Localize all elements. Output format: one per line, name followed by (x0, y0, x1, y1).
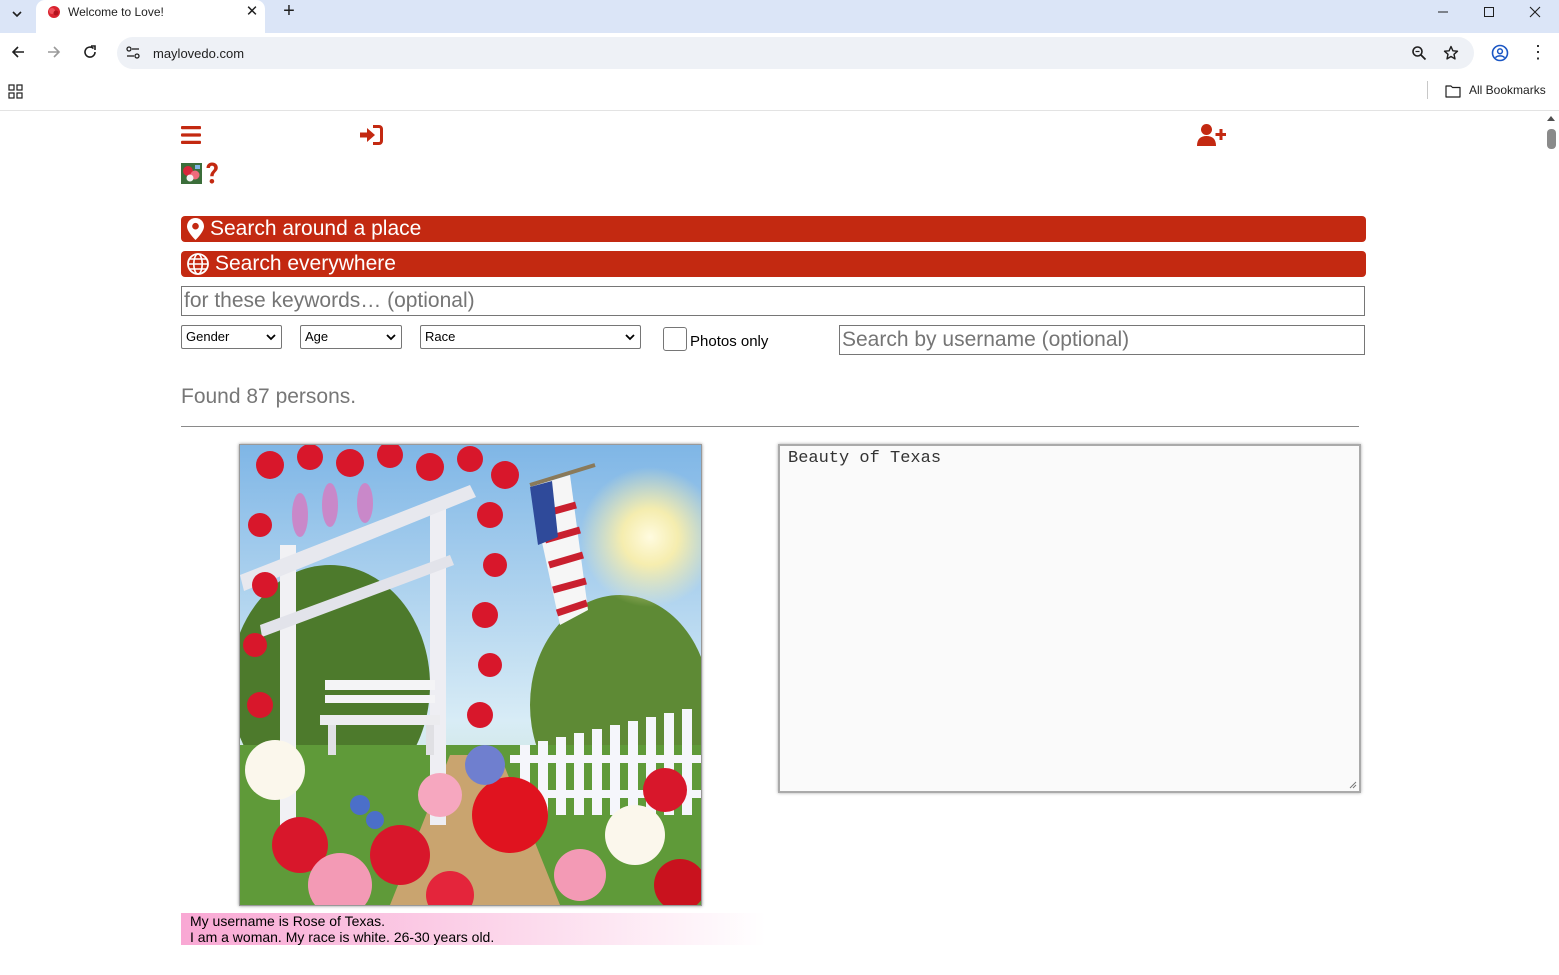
site-settings-icon[interactable] (125, 45, 141, 61)
race-select-value: Race (425, 329, 456, 344)
active-tab[interactable]: Welcome to Love! ✕ (36, 0, 265, 33)
profile-details-line: I am a woman. My race is white. 26-30 ye… (190, 929, 495, 945)
chevron-down-icon (386, 334, 396, 341)
chevron-down-icon (625, 334, 635, 341)
age-select-value: Age (305, 329, 329, 344)
all-bookmarks-label[interactable]: All Bookmarks (1469, 83, 1546, 98)
more-menu-icon[interactable]: ⋮ (1529, 43, 1547, 63)
rose-favicon-icon (48, 6, 60, 18)
apps-grid-icon[interactable] (8, 84, 23, 99)
chevron-down-icon (266, 334, 276, 341)
back-button[interactable] (8, 42, 28, 62)
search-everywhere-label: Search everywhere (215, 252, 396, 275)
resize-handle-icon[interactable] (1349, 781, 1357, 789)
scrollbar-thumb[interactable] (1547, 129, 1556, 149)
minimize-button[interactable] (1420, 0, 1466, 24)
profile-about-textarea[interactable]: Beauty of Texas (778, 444, 1361, 793)
close-window-button[interactable] (1512, 0, 1558, 24)
maximize-button[interactable] (1466, 0, 1512, 24)
bookmarks-bar: All Bookmarks (0, 73, 1559, 111)
maximize-icon (1484, 7, 1494, 17)
gender-select-value: Gender (186, 329, 230, 344)
minimize-icon (1438, 11, 1448, 13)
arrow-left-icon (11, 46, 24, 58)
tab-close-icon[interactable]: ✕ (243, 3, 261, 21)
username-search-input[interactable] (839, 325, 1365, 355)
user-avatar[interactable] (181, 163, 202, 184)
help-icon[interactable] (205, 162, 219, 185)
tab-title: Welcome to Love! (68, 5, 164, 19)
reload-button[interactable] (80, 42, 100, 62)
page-scrollbar[interactable] (1544, 112, 1559, 975)
menu-icon[interactable] (181, 126, 201, 144)
page-viewport: Search around a place Search everywhere … (0, 112, 1544, 975)
profile-photo[interactable] (239, 444, 702, 906)
folder-icon[interactable] (1445, 84, 1461, 98)
profile-icon[interactable] (1491, 44, 1509, 62)
gender-select[interactable]: Gender (181, 325, 282, 349)
rose-garden-image (240, 445, 701, 905)
search-everywhere-button[interactable]: Search everywhere (181, 251, 1366, 277)
tab-search-button[interactable] (6, 3, 28, 25)
map-marker-icon (187, 218, 204, 240)
photos-only-checkbox[interactable] (663, 327, 687, 351)
close-icon (1529, 6, 1541, 18)
zoom-icon[interactable] (1411, 45, 1427, 61)
star-icon[interactable] (1443, 45, 1459, 61)
results-divider (181, 426, 1359, 427)
chevron-down-icon (12, 11, 22, 18)
bookmarks-separator (1427, 81, 1428, 99)
reload-icon (84, 45, 96, 58)
results-count: Found 87 persons. (181, 385, 357, 408)
photos-only-label: Photos only (690, 333, 769, 350)
age-select[interactable]: Age (300, 325, 402, 349)
sign-in-icon[interactable] (360, 125, 383, 145)
arrow-right-icon (48, 46, 61, 58)
keywords-input[interactable] (181, 286, 1365, 316)
profile-description: My username is Rose of Texas. I am a wom… (181, 913, 766, 945)
race-select[interactable]: Race (420, 325, 641, 349)
forward-button[interactable] (44, 42, 64, 62)
search-around-place-button[interactable]: Search around a place (181, 216, 1366, 242)
search-around-place-label: Search around a place (210, 217, 422, 240)
profile-username-line: My username is Rose of Texas. (190, 913, 386, 929)
address-bar[interactable]: maylovedo.com (117, 37, 1474, 69)
add-user-icon[interactable] (1197, 124, 1226, 146)
profile-about-text: Beauty of Texas (788, 449, 942, 468)
tab-strip: Welcome to Love! ✕ + (0, 0, 1559, 33)
new-tab-button[interactable]: + (278, 0, 300, 22)
browser-toolbar: maylovedo.com ⋮ (0, 33, 1559, 73)
url-text: maylovedo.com (153, 46, 245, 61)
globe-icon (187, 253, 209, 275)
scroll-up-arrow-icon[interactable] (1547, 116, 1555, 121)
